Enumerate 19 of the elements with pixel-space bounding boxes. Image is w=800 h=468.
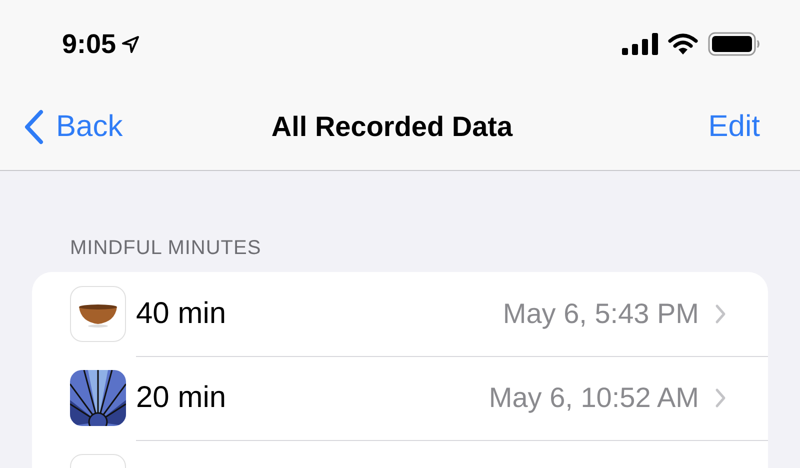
section-header: MINDFUL MINUTES: [69, 236, 262, 261]
edit-button[interactable]: Edit: [708, 110, 760, 144]
date-text: May 6, 5:43 PM: [502, 298, 699, 330]
battery-icon: [708, 32, 760, 56]
chevron-right-icon: [715, 388, 726, 408]
chevron-left-icon: [24, 109, 44, 145]
duration-text: 40 min: [136, 296, 228, 330]
wifi-icon: [668, 33, 698, 55]
date-text: May 6, 10:52 AM: [488, 382, 699, 414]
back-button[interactable]: Back: [24, 109, 123, 145]
record-row[interactable]: 20 min May 6, 10:52 AM: [70, 356, 768, 440]
duration-text: 20 min: [136, 380, 228, 414]
record-row[interactable]: 40 min May 6, 5:43 PM: [70, 272, 768, 356]
chevron-right-icon: [715, 304, 726, 324]
clock-time: 9:05: [62, 28, 116, 60]
signal-icon: [622, 33, 658, 55]
sunburst-app-icon: [70, 370, 126, 426]
bowl-app-icon: [70, 286, 126, 342]
page-title: All Recorded Data: [271, 111, 513, 143]
